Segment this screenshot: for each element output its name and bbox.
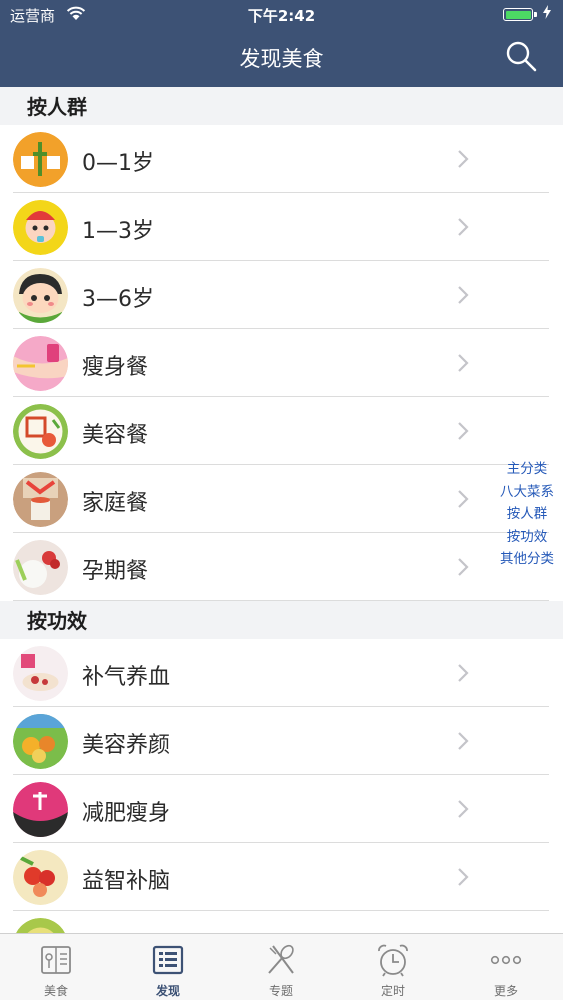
list-item-label: 0—1岁	[82, 151, 154, 176]
list-item-nourish-blood[interactable]: 补气养血	[0, 639, 563, 707]
index-item-cuisines[interactable]: 八大菜系	[495, 481, 559, 504]
toddler-icon	[13, 200, 68, 255]
tab-label: 定时	[380, 984, 405, 998]
more-dots-icon	[490, 955, 522, 965]
list-item-brain-boost[interactable]: 益智补脑	[0, 843, 563, 911]
child-icon	[13, 268, 68, 323]
clock: 下午2:42	[247, 7, 316, 25]
beauty-nourish-icon	[13, 714, 68, 769]
chevron-right-icon	[458, 800, 469, 818]
list-item-partial[interactable]	[0, 911, 563, 933]
list-item-0-1-years[interactable]: 0—1岁	[0, 125, 563, 193]
index-item-crowd[interactable]: 按人群	[495, 503, 559, 526]
charging-icon	[543, 5, 551, 19]
chevron-right-icon	[458, 286, 469, 304]
tab-bar: 美食 发现 专题 定时 更多	[0, 933, 563, 1000]
brain-boost-icon	[13, 850, 68, 905]
list-item-label: 补气养血	[82, 665, 171, 690]
list-item-label: 美容餐	[82, 423, 149, 448]
tab-more[interactable]: 更多	[450, 934, 562, 1001]
food-icon	[16, 918, 65, 933]
tab-label: 美食	[43, 984, 68, 998]
list-item-label: 减肥瘦身	[82, 801, 171, 826]
list-item-beauty-nourish[interactable]: 美容养颜	[0, 707, 563, 775]
list-item-label: 孕期餐	[82, 559, 149, 584]
tab-label: 更多	[493, 984, 518, 998]
list-item-family-meal[interactable]: 家庭餐	[0, 465, 563, 533]
index-item-main[interactable]: 主分类	[495, 458, 559, 481]
nourish-soup-icon	[13, 646, 68, 701]
alarm-clock-icon	[378, 944, 408, 977]
chevron-right-icon	[458, 218, 469, 236]
tab-food[interactable]: 美食	[0, 934, 112, 1001]
family-meal-icon	[13, 472, 68, 527]
page-title: 发现美食	[239, 47, 324, 71]
slim-waist-icon	[13, 336, 68, 391]
tab-label: 专题	[268, 984, 293, 998]
tab-topics[interactable]: 专题	[225, 934, 337, 1001]
weight-loss-icon	[13, 782, 68, 837]
beauty-food-icon	[13, 404, 68, 459]
list-item-label: 瘦身餐	[82, 355, 149, 380]
battery-icon	[503, 8, 537, 21]
list-item-weight-loss[interactable]: 减肥瘦身	[0, 775, 563, 843]
section-index[interactable]: 主分类 八大菜系 按人群 按功效 其他分类	[495, 458, 559, 571]
utensils-icon	[268, 944, 294, 974]
chevron-right-icon	[458, 354, 469, 372]
search-icon[interactable]	[505, 40, 537, 72]
list-item-1-3-years[interactable]: 1—3岁	[0, 193, 563, 261]
chevron-right-icon	[458, 422, 469, 440]
chevron-right-icon	[458, 732, 469, 750]
list-item-label: 家庭餐	[82, 491, 149, 516]
category-list[interactable]: 按人群 0—1岁 1—3岁 3—6岁 瘦身餐 美容餐 家庭餐 孕期餐 按功效 补…	[0, 87, 563, 933]
index-item-efficacy[interactable]: 按功效	[495, 526, 559, 549]
list-item-label: 3—6岁	[82, 287, 154, 312]
list-item-label: 1—3岁	[82, 219, 154, 244]
list-item-label: 益智补脑	[82, 869, 171, 894]
list-item-beauty-meal[interactable]: 美容餐	[0, 397, 563, 465]
status-bar: 运营商 下午2:42	[0, 0, 563, 30]
list-item-slimming-meal[interactable]: 瘦身餐	[0, 329, 563, 397]
list-grid-icon	[152, 945, 184, 975]
list-item-3-6-years[interactable]: 3—6岁	[0, 261, 563, 329]
chevron-right-icon	[458, 490, 469, 508]
list-item-pregnancy-meal[interactable]: 孕期餐	[0, 533, 563, 601]
index-item-other[interactable]: 其他分类	[495, 548, 559, 571]
pregnancy-meal-icon	[13, 540, 68, 595]
navigation-bar: 运营商 下午2:42 发现美食	[0, 0, 563, 87]
tab-discover[interactable]: 发现	[112, 934, 224, 1001]
chevron-right-icon	[458, 664, 469, 682]
chevron-right-icon	[458, 868, 469, 886]
chevron-right-icon	[458, 150, 469, 168]
chevron-right-icon	[458, 558, 469, 576]
section-header-efficacy: 按功效	[0, 601, 563, 639]
tab-label: 发现	[155, 984, 180, 998]
baby-food-icon	[13, 132, 68, 187]
tab-timer[interactable]: 定时	[337, 934, 449, 1001]
section-header-crowd: 按人群	[0, 87, 563, 125]
recipe-book-icon	[41, 946, 71, 974]
list-item-label: 美容养颜	[82, 733, 171, 758]
